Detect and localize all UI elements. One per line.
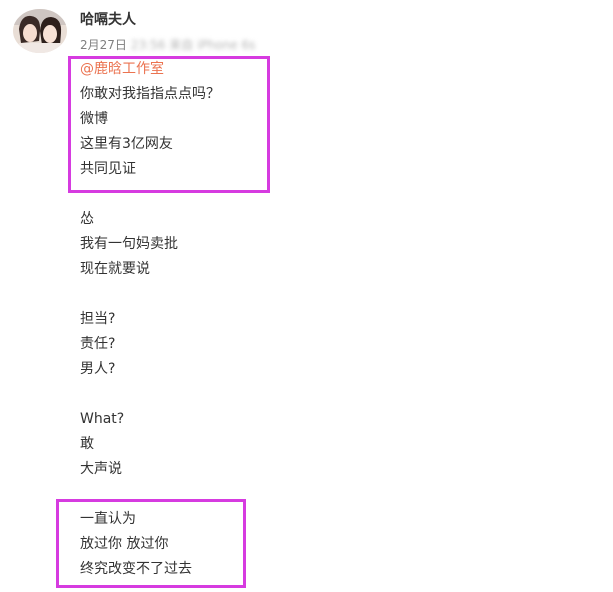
post-line: 责任? xyxy=(80,336,116,352)
post-meta: 2月27日 23:56 来自 iPhone 6s xyxy=(80,36,255,53)
post-line: 敢 xyxy=(80,436,94,452)
highlight-box-top xyxy=(68,56,270,193)
username[interactable]: 哈嗝夫人 xyxy=(80,9,136,29)
highlight-box-bottom xyxy=(56,499,246,588)
post-line: What? xyxy=(80,411,125,427)
post-source-blurred: 23:56 来自 iPhone 6s xyxy=(130,38,256,52)
post-line: 大声说 xyxy=(80,461,122,477)
post-line-blank xyxy=(80,382,220,407)
post-line: 担当? xyxy=(80,311,116,327)
post-line: 我有一句妈卖批 xyxy=(80,236,178,252)
post-line: 男人? xyxy=(80,361,116,377)
post-line: 怂 xyxy=(80,211,94,227)
post-date[interactable]: 2月27日 xyxy=(80,38,127,52)
post-line-blank xyxy=(80,282,220,307)
post-line: 现在就要说 xyxy=(80,261,150,277)
avatar[interactable] xyxy=(13,9,67,53)
